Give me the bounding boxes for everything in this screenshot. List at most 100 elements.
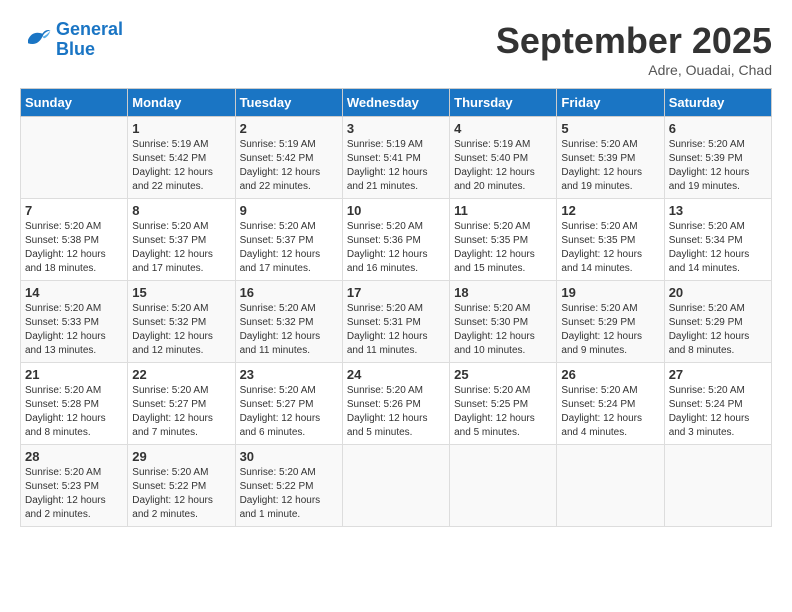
calendar-cell: 1 Sunrise: 5:19 AM Sunset: 5:42 PM Daylig… bbox=[128, 117, 235, 199]
col-header-tuesday: Tuesday bbox=[235, 89, 342, 117]
day-number: 15 bbox=[132, 285, 230, 300]
calendar-cell: 5 Sunrise: 5:20 AM Sunset: 5:39 PM Daylig… bbox=[557, 117, 664, 199]
day-info: Sunrise: 5:20 AM Sunset: 5:22 PM Dayligh… bbox=[240, 466, 338, 522]
day-number: 21 bbox=[25, 367, 123, 382]
day-number: 4 bbox=[454, 121, 552, 136]
day-number: 2 bbox=[240, 121, 338, 136]
day-info: Sunrise: 5:20 AM Sunset: 5:28 PM Dayligh… bbox=[25, 384, 123, 440]
day-number: 1 bbox=[132, 121, 230, 136]
day-number: 29 bbox=[132, 449, 230, 464]
day-number: 20 bbox=[669, 285, 767, 300]
calendar-cell: 14 Sunrise: 5:20 AM Sunset: 5:33 PM Dayli… bbox=[21, 281, 128, 363]
col-header-wednesday: Wednesday bbox=[342, 89, 449, 117]
calendar-cell: 24 Sunrise: 5:20 AM Sunset: 5:26 PM Dayli… bbox=[342, 363, 449, 445]
calendar-cell: 27 Sunrise: 5:20 AM Sunset: 5:24 PM Dayli… bbox=[664, 363, 771, 445]
calendar-cell: 30 Sunrise: 5:20 AM Sunset: 5:22 PM Dayli… bbox=[235, 445, 342, 527]
calendar-cell: 23Sunrise: 5:20 AM Sunset: 5:27 PM Dayli… bbox=[235, 363, 342, 445]
day-info: Sunrise: 5:20 AM Sunset: 5:37 PM Dayligh… bbox=[240, 220, 338, 276]
day-info: Sunrise: 5:20 AM Sunset: 5:39 PM Dayligh… bbox=[669, 138, 767, 194]
day-info: Sunrise: 5:20 AM Sunset: 5:22 PM Dayligh… bbox=[132, 466, 230, 522]
calendar-cell: 3Sunrise: 5:19 AM Sunset: 5:41 PM Daylig… bbox=[342, 117, 449, 199]
day-info: Sunrise: 5:20 AM Sunset: 5:35 PM Dayligh… bbox=[561, 220, 659, 276]
calendar-cell: 13Sunrise: 5:20 AM Sunset: 5:34 PM Dayli… bbox=[664, 199, 771, 281]
day-info: Sunrise: 5:20 AM Sunset: 5:29 PM Dayligh… bbox=[669, 302, 767, 358]
day-number: 5 bbox=[561, 121, 659, 136]
day-number: 30 bbox=[240, 449, 338, 464]
calendar-cell: 25 Sunrise: 5:20 AM Sunset: 5:25 PM Dayli… bbox=[450, 363, 557, 445]
day-number: 16 bbox=[240, 285, 338, 300]
day-number: 3 bbox=[347, 121, 445, 136]
day-number: 10 bbox=[347, 203, 445, 218]
calendar-week-row: 21 Sunrise: 5:20 AM Sunset: 5:28 PM Dayli… bbox=[21, 363, 772, 445]
title-block: September 2025 Adre, Ouadai, Chad bbox=[496, 20, 772, 78]
col-header-sunday: Sunday bbox=[21, 89, 128, 117]
col-header-friday: Friday bbox=[557, 89, 664, 117]
calendar-cell: 10 Sunrise: 5:20 AM Sunset: 5:36 PM Dayli… bbox=[342, 199, 449, 281]
day-info: Sunrise: 5:20 AM Sunset: 5:39 PM Dayligh… bbox=[561, 138, 659, 194]
day-info: Sunrise: 5:20 AM Sunset: 5:30 PM Dayligh… bbox=[454, 302, 552, 358]
day-info: Sunrise: 5:20 AM Sunset: 5:23 PM Dayligh… bbox=[25, 466, 123, 522]
day-info: Sunrise: 5:20 AM Sunset: 5:36 PM Dayligh… bbox=[347, 220, 445, 276]
day-info: Sunrise: 5:19 AM Sunset: 5:40 PM Dayligh… bbox=[454, 138, 552, 194]
calendar-cell: 4 Sunrise: 5:19 AM Sunset: 5:40 PM Daylig… bbox=[450, 117, 557, 199]
day-number: 24 bbox=[347, 367, 445, 382]
calendar-week-row: 1 Sunrise: 5:19 AM Sunset: 5:42 PM Daylig… bbox=[21, 117, 772, 199]
day-info: Sunrise: 5:20 AM Sunset: 5:25 PM Dayligh… bbox=[454, 384, 552, 440]
day-info: Sunrise: 5:19 AM Sunset: 5:42 PM Dayligh… bbox=[132, 138, 230, 194]
calendar-cell bbox=[450, 445, 557, 527]
calendar-cell: 8 Sunrise: 5:20 AM Sunset: 5:37 PM Daylig… bbox=[128, 199, 235, 281]
day-number: 11 bbox=[454, 203, 552, 218]
month-title: September 2025 bbox=[496, 20, 772, 62]
calendar-cell: 21 Sunrise: 5:20 AM Sunset: 5:28 PM Dayli… bbox=[21, 363, 128, 445]
calendar-cell: 16 Sunrise: 5:20 AM Sunset: 5:32 PM Dayli… bbox=[235, 281, 342, 363]
day-number: 12 bbox=[561, 203, 659, 218]
logo-text: General Blue bbox=[56, 20, 123, 60]
calendar-week-row: 28 Sunrise: 5:20 AM Sunset: 5:23 PM Dayli… bbox=[21, 445, 772, 527]
day-info: Sunrise: 5:19 AM Sunset: 5:42 PM Dayligh… bbox=[240, 138, 338, 194]
calendar-cell bbox=[342, 445, 449, 527]
col-header-monday: Monday bbox=[128, 89, 235, 117]
calendar-cell: 28 Sunrise: 5:20 AM Sunset: 5:23 PM Dayli… bbox=[21, 445, 128, 527]
page-header: General Blue September 2025 Adre, Ouadai… bbox=[20, 20, 772, 78]
logo-bird-icon bbox=[20, 24, 52, 56]
col-header-thursday: Thursday bbox=[450, 89, 557, 117]
calendar-cell: 29 Sunrise: 5:20 AM Sunset: 5:22 PM Dayli… bbox=[128, 445, 235, 527]
calendar-cell: 18 Sunrise: 5:20 AM Sunset: 5:30 PM Dayli… bbox=[450, 281, 557, 363]
day-info: Sunrise: 5:20 AM Sunset: 5:37 PM Dayligh… bbox=[132, 220, 230, 276]
calendar-cell bbox=[557, 445, 664, 527]
calendar-cell: 2 Sunrise: 5:19 AM Sunset: 5:42 PM Daylig… bbox=[235, 117, 342, 199]
day-info: Sunrise: 5:20 AM Sunset: 5:32 PM Dayligh… bbox=[240, 302, 338, 358]
day-number: 18 bbox=[454, 285, 552, 300]
calendar-cell: 20 Sunrise: 5:20 AM Sunset: 5:29 PM Dayli… bbox=[664, 281, 771, 363]
day-number: 6 bbox=[669, 121, 767, 136]
day-info: Sunrise: 5:20 AM Sunset: 5:29 PM Dayligh… bbox=[561, 302, 659, 358]
day-info: Sunrise: 5:20 AM Sunset: 5:32 PM Dayligh… bbox=[132, 302, 230, 358]
calendar-cell: 6 Sunrise: 5:20 AM Sunset: 5:39 PM Daylig… bbox=[664, 117, 771, 199]
day-number: 9 bbox=[240, 203, 338, 218]
day-info: Sunrise: 5:20 AM Sunset: 5:31 PM Dayligh… bbox=[347, 302, 445, 358]
day-number: 28 bbox=[25, 449, 123, 464]
calendar-cell: 7Sunrise: 5:20 AM Sunset: 5:38 PM Daylig… bbox=[21, 199, 128, 281]
day-number: 26 bbox=[561, 367, 659, 382]
day-number: 23 bbox=[240, 367, 338, 382]
calendar-cell: 22Sunrise: 5:20 AM Sunset: 5:27 PM Dayli… bbox=[128, 363, 235, 445]
day-number: 27 bbox=[669, 367, 767, 382]
day-number: 14 bbox=[25, 285, 123, 300]
day-number: 25 bbox=[454, 367, 552, 382]
day-number: 13 bbox=[669, 203, 767, 218]
calendar-cell: 26Sunrise: 5:20 AM Sunset: 5:24 PM Dayli… bbox=[557, 363, 664, 445]
day-info: Sunrise: 5:20 AM Sunset: 5:27 PM Dayligh… bbox=[132, 384, 230, 440]
day-info: Sunrise: 5:20 AM Sunset: 5:26 PM Dayligh… bbox=[347, 384, 445, 440]
logo-general: General bbox=[56, 19, 123, 39]
day-number: 19 bbox=[561, 285, 659, 300]
day-number: 8 bbox=[132, 203, 230, 218]
day-number: 7 bbox=[25, 203, 123, 218]
day-info: Sunrise: 5:20 AM Sunset: 5:33 PM Dayligh… bbox=[25, 302, 123, 358]
calendar-week-row: 7Sunrise: 5:20 AM Sunset: 5:38 PM Daylig… bbox=[21, 199, 772, 281]
location-subtitle: Adre, Ouadai, Chad bbox=[496, 62, 772, 78]
calendar-cell: 19 Sunrise: 5:20 AM Sunset: 5:29 PM Dayli… bbox=[557, 281, 664, 363]
calendar-table: SundayMondayTuesdayWednesdayThursdayFrid… bbox=[20, 88, 772, 527]
day-info: Sunrise: 5:20 AM Sunset: 5:24 PM Dayligh… bbox=[669, 384, 767, 440]
calendar-cell: 12 Sunrise: 5:20 AM Sunset: 5:35 PM Dayli… bbox=[557, 199, 664, 281]
day-info: Sunrise: 5:20 AM Sunset: 5:35 PM Dayligh… bbox=[454, 220, 552, 276]
